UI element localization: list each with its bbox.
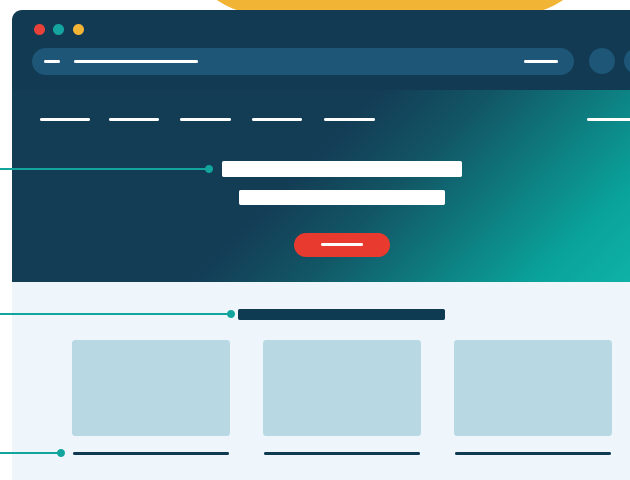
browser-window bbox=[12, 10, 630, 480]
cta-button[interactable] bbox=[294, 233, 390, 257]
card-caption-placeholder bbox=[264, 452, 420, 455]
address-bar-url-placeholder bbox=[74, 60, 198, 63]
card-image[interactable] bbox=[454, 340, 612, 436]
hero-headline-placeholder bbox=[222, 161, 462, 177]
callout-dot-icon bbox=[205, 165, 213, 173]
nav-link[interactable] bbox=[252, 118, 302, 121]
callout-card-caption bbox=[0, 452, 58, 454]
nav-link[interactable] bbox=[109, 118, 159, 121]
callout-section-title bbox=[0, 313, 228, 315]
toolbar-button[interactable] bbox=[624, 48, 630, 74]
nav-link[interactable] bbox=[180, 118, 231, 121]
card-caption-placeholder bbox=[73, 452, 229, 455]
nav-link[interactable] bbox=[40, 118, 90, 121]
callout-dot-icon bbox=[227, 310, 235, 318]
card-image[interactable] bbox=[263, 340, 421, 436]
callout-hero-headline bbox=[0, 168, 206, 170]
address-bar[interactable] bbox=[32, 48, 574, 75]
maximize-dot-icon[interactable] bbox=[73, 24, 84, 35]
card-image[interactable] bbox=[72, 340, 230, 436]
hero-subheadline-placeholder bbox=[239, 190, 445, 205]
card-caption-placeholder bbox=[455, 452, 611, 455]
address-bar-action-placeholder[interactable] bbox=[524, 60, 558, 63]
minimize-dot-icon[interactable] bbox=[53, 24, 64, 35]
section-title-placeholder bbox=[238, 309, 445, 320]
close-dot-icon[interactable] bbox=[34, 24, 45, 35]
content-section bbox=[12, 282, 630, 480]
address-bar-icon-placeholder bbox=[44, 60, 60, 63]
nav-link[interactable] bbox=[324, 118, 375, 121]
hero-section bbox=[12, 90, 630, 282]
callout-dot-icon bbox=[57, 449, 65, 457]
toolbar-button[interactable] bbox=[589, 48, 615, 74]
cta-label-placeholder bbox=[321, 243, 363, 246]
nav-action[interactable] bbox=[587, 118, 630, 121]
